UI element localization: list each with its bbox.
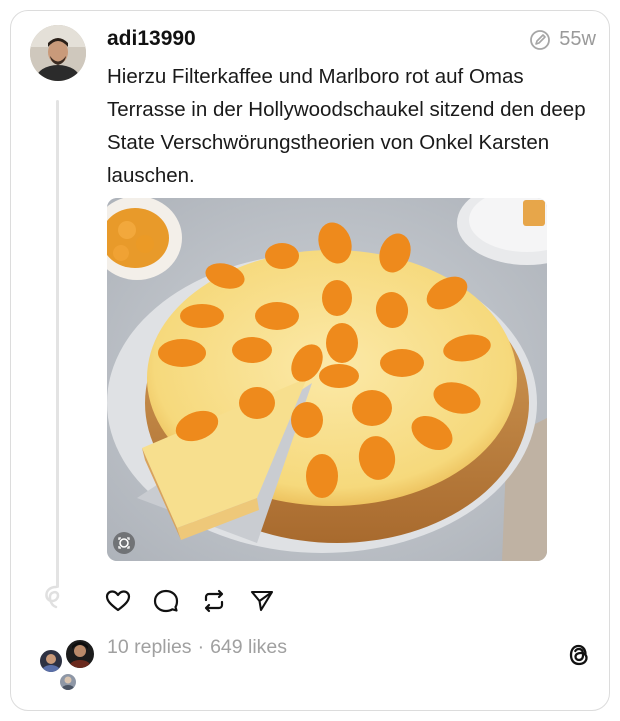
post-text: Hierzu Filterkaffee und Marlboro rot auf… <box>107 65 586 187</box>
alt-text-icon[interactable] <box>113 532 135 554</box>
username[interactable]: adi13990 <box>107 27 196 51</box>
reply-avatars[interactable] <box>28 628 96 692</box>
share-button[interactable] <box>249 588 275 614</box>
pencil-circle-icon <box>530 29 551 50</box>
like-button[interactable] <box>105 588 131 614</box>
post-image[interactable] <box>107 198 547 561</box>
thread-line <box>56 100 59 588</box>
threads-logo-icon[interactable] <box>564 640 594 670</box>
likes-count[interactable]: 649 likes <box>210 636 287 659</box>
post-time: 55w <box>559 28 596 50</box>
repost-icon <box>204 589 224 613</box>
user-avatar[interactable] <box>30 25 86 81</box>
send-icon <box>250 590 274 612</box>
repost-button[interactable] <box>201 588 227 614</box>
replies-count[interactable]: 10 replies <box>107 636 192 659</box>
reply-avatar <box>64 638 96 670</box>
post-meta: 55w <box>529 28 596 51</box>
heart-icon <box>105 590 131 612</box>
comment-button[interactable] <box>153 588 179 614</box>
stats-separator: · <box>197 636 205 658</box>
action-bar <box>105 588 275 614</box>
reply-avatar <box>38 648 64 674</box>
post-stats: 10 replies · 649 likes <box>107 636 287 659</box>
speech-bubble-icon <box>153 589 179 613</box>
reply-avatar <box>58 672 78 692</box>
thread-loop-icon <box>45 585 60 609</box>
